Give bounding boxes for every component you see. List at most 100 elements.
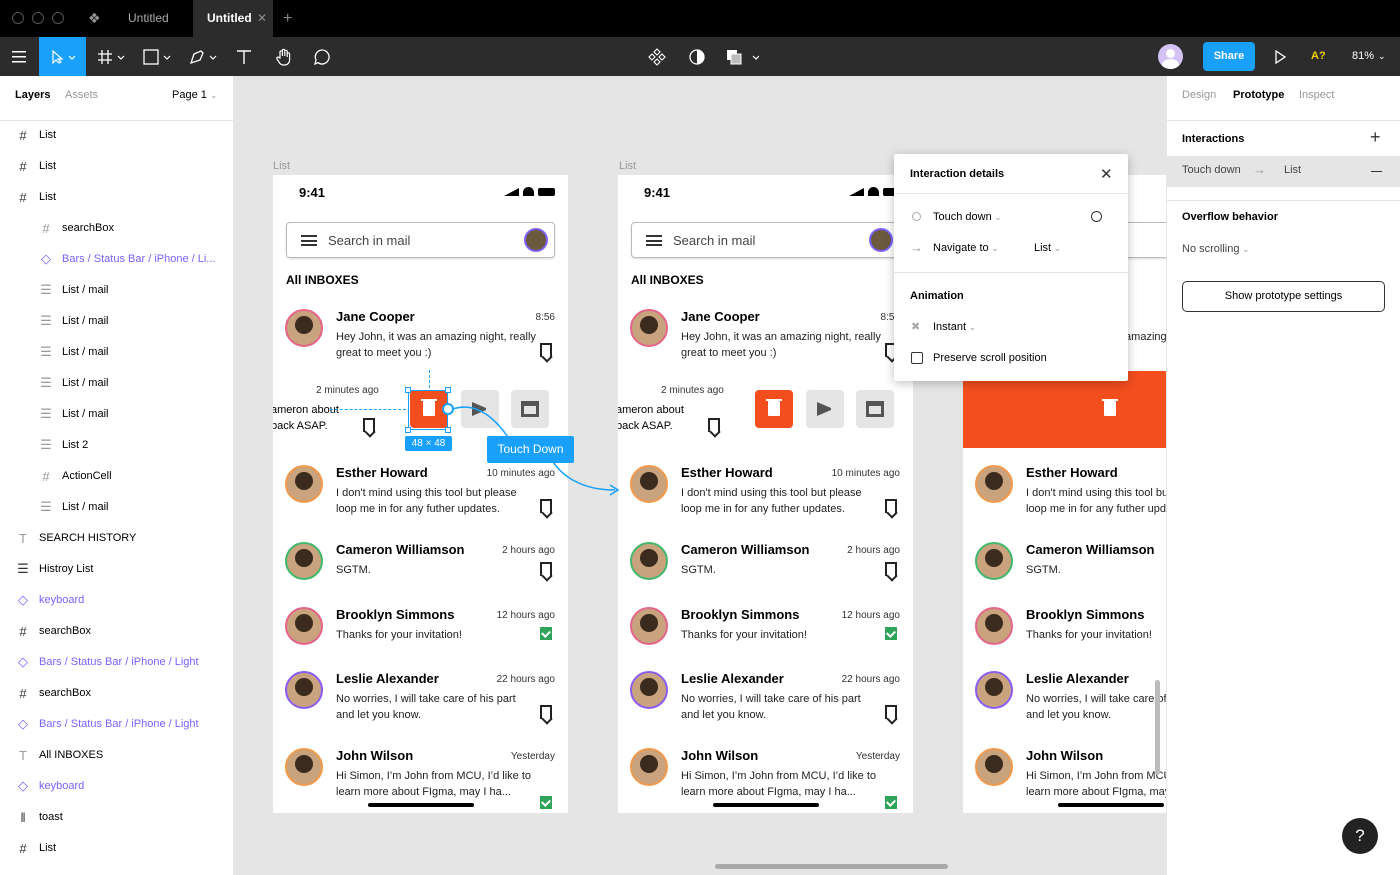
missing-fonts-indicator[interactable]: A? (1311, 37, 1326, 76)
close-window-icon[interactable] (12, 12, 24, 24)
layer-item[interactable]: ‖ toast (0, 802, 233, 833)
show-prototype-settings-button[interactable]: Show prototype settings (1182, 281, 1385, 312)
layer-item[interactable]: ☰ List / mail (0, 368, 233, 399)
boolean-group-icon[interactable] (722, 37, 762, 76)
maximize-window-icon[interactable] (52, 12, 64, 24)
selection-handle[interactable] (445, 387, 451, 393)
tab-untitled-active[interactable]: Untitled ✕ (193, 0, 273, 37)
checked-bookmark-icon[interactable] (885, 796, 897, 809)
layer-item[interactable]: # List (0, 833, 233, 864)
minimize-window-icon[interactable] (32, 12, 44, 24)
user-avatar[interactable] (1158, 44, 1183, 69)
add-interaction-icon[interactable]: + (1370, 127, 1381, 148)
overflow-select[interactable]: No scrolling ⌄ (1182, 243, 1250, 255)
mail-list-item[interactable]: John WilsonYesterdayHi Simon, I’m John f… (618, 744, 913, 809)
mail-list-item[interactable]: Esther Howard10 minutes agoI don't mind … (618, 461, 913, 521)
help-button[interactable]: ? (1342, 818, 1378, 854)
checked-bookmark-icon[interactable] (885, 627, 897, 640)
search-box[interactable]: Search in mail (286, 222, 555, 258)
checked-bookmark-icon[interactable] (540, 796, 552, 809)
main-menu-icon[interactable] (0, 37, 38, 76)
mail-list-item[interactable]: John WilsonYesterdayHi Simon, I’m John f… (273, 744, 568, 809)
layer-item[interactable]: ☰ List / mail (0, 492, 233, 523)
frame-label-2[interactable]: List (619, 160, 636, 172)
close-icon[interactable]: ✕ (1100, 165, 1113, 183)
frame-list-2[interactable]: 9:41 Search in mail All INBOXES Jane Cooper… (618, 175, 913, 813)
preserve-scroll-checkbox[interactable] (911, 352, 923, 364)
bookmark-icon[interactable] (540, 705, 552, 719)
profile-avatar[interactable] (869, 228, 893, 252)
layer-item[interactable]: T SEARCH HISTORY (0, 523, 233, 554)
layer-item[interactable]: ◇ keyboard (0, 585, 233, 616)
mail-list-item[interactable]: Brooklyn Simmons12 hours agoThanks for y… (963, 603, 1166, 663)
mail-list-item[interactable]: Leslie Alexander22 hours agoNo worries, … (273, 667, 568, 727)
close-tab-icon[interactable]: ✕ (257, 0, 267, 37)
layer-item[interactable]: ☰ Histroy List (0, 554, 233, 585)
action-select[interactable]: Navigate to ⌄ (933, 242, 999, 254)
mail-list-item[interactable]: Cameron Williamson 2 hours ago SGTM. (273, 538, 568, 598)
present-icon[interactable] (1268, 37, 1292, 76)
layer-item[interactable]: # searchBox (0, 678, 233, 709)
layer-item[interactable]: ◇ Bars / Status Bar / iPhone / Light (0, 709, 233, 740)
selection-handle[interactable] (405, 427, 411, 433)
tab-untitled-1[interactable]: Untitled (128, 0, 169, 37)
layer-item[interactable]: ☰ List / mail (0, 306, 233, 337)
profile-avatar[interactable] (524, 228, 548, 252)
zoom-level[interactable]: 81% (1352, 37, 1374, 76)
bookmark-icon[interactable] (540, 562, 552, 576)
page-selector[interactable]: Page 1 ⌄ (172, 89, 217, 101)
bookmark-icon[interactable] (885, 562, 897, 576)
delay-timer-icon[interactable] (1091, 211, 1102, 222)
layer-item[interactable]: T All INBOXES (0, 740, 233, 771)
mail-list-item[interactable]: Brooklyn Simmons12 hours agoThanks for y… (273, 603, 568, 663)
delete-confirm-row[interactable] (963, 371, 1166, 448)
vertical-scrollbar[interactable] (1155, 680, 1160, 775)
search-box[interactable]: Search in mail (631, 222, 900, 258)
tab-assets[interactable]: Assets (65, 89, 98, 101)
mail-list-item[interactable]: Cameron Williamson 2 hours ago SGTM. (618, 538, 913, 598)
bookmark-icon[interactable] (540, 343, 552, 357)
new-tab-icon[interactable]: + (283, 0, 292, 37)
menu-icon[interactable] (301, 235, 317, 246)
layer-item[interactable]: # List (0, 151, 233, 182)
shape-tool-icon[interactable] (136, 37, 178, 76)
layer-item[interactable]: # List (0, 120, 233, 151)
bookmark-icon[interactable] (363, 418, 375, 432)
figma-logo-icon[interactable]: ❖ (88, 10, 102, 27)
layer-item[interactable]: # searchBox (0, 616, 233, 647)
horizontal-scrollbar[interactable] (715, 864, 948, 869)
hand-tool-icon[interactable] (268, 37, 300, 76)
destination-select[interactable]: List ⌄ (1034, 242, 1061, 254)
pen-tool-icon[interactable] (182, 37, 224, 76)
bookmark-icon[interactable] (540, 499, 552, 513)
menu-icon[interactable] (646, 235, 662, 246)
comment-tool-icon[interactable] (308, 37, 336, 76)
selection-handle[interactable] (405, 387, 411, 393)
bookmark-icon[interactable] (885, 499, 897, 513)
frame-label-1[interactable]: List (273, 160, 290, 172)
layer-item[interactable]: ☰ List / mail (0, 275, 233, 306)
tab-design[interactable]: Design (1182, 89, 1216, 101)
interaction-row[interactable]: Touch down → List (1167, 156, 1400, 187)
mail-list-item[interactable]: Jane Cooper8:56Hey John, it was an amazi… (618, 305, 913, 365)
bookmark-icon[interactable] (708, 418, 720, 432)
share-button[interactable]: Share (1203, 42, 1255, 71)
mail-list-item[interactable]: John WilsonYesterdayHi Simon, I’m John f… (963, 744, 1166, 804)
layer-item[interactable]: ◇ keyboard (0, 771, 233, 802)
zoom-chevron-down-icon[interactable]: ⌄ (1378, 37, 1386, 76)
delete-icon[interactable] (755, 390, 793, 428)
text-tool-icon[interactable] (230, 37, 258, 76)
mail-list-item[interactable]: Esther Howard10 minutes agoI don't mind … (963, 461, 1166, 521)
layer-item[interactable]: # ActionCell (0, 461, 233, 492)
mail-list-item[interactable]: Brooklyn Simmons12 hours agoThanks for y… (618, 603, 913, 663)
mail-list-item[interactable]: Leslie Alexander22 hours agoNo worries, … (963, 667, 1166, 727)
checked-bookmark-icon[interactable] (540, 627, 552, 640)
components-icon[interactable] (644, 37, 670, 76)
frame-tool-icon[interactable] (90, 37, 132, 76)
swiped-mail-item[interactable]: 2 minutes ago ameron about back ASAP. (618, 381, 913, 451)
move-tool-icon[interactable] (39, 37, 86, 76)
layer-item[interactable]: ☰ List 2 (0, 430, 233, 461)
tab-layers[interactable]: Layers (15, 89, 50, 101)
bookmark-icon[interactable] (885, 705, 897, 719)
layer-item[interactable]: # searchBox (0, 213, 233, 244)
